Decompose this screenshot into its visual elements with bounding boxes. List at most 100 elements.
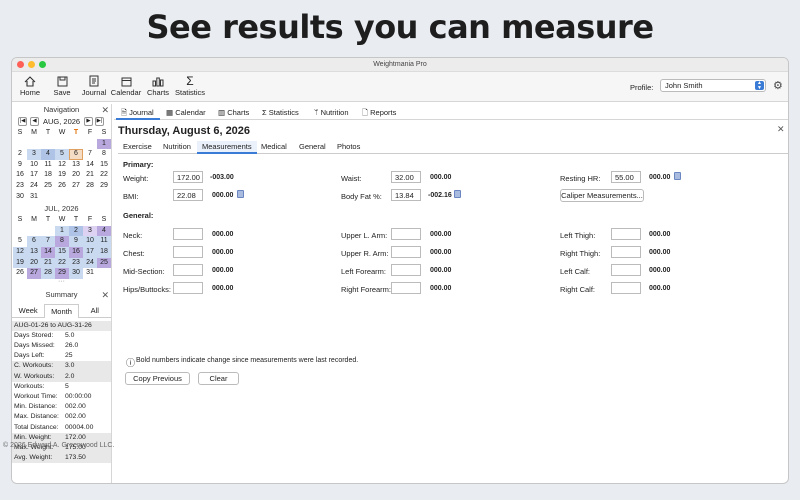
calendar-day[interactable]: 27 <box>69 181 83 192</box>
first-month-button[interactable]: |◀ <box>18 117 27 126</box>
calendar-day[interactable]: 22 <box>97 170 111 181</box>
calendar-day[interactable]: 15 <box>55 246 69 258</box>
calendar-day[interactable]: 12 <box>55 160 69 171</box>
clear-button[interactable]: Clear <box>198 372 239 385</box>
measurement-input[interactable] <box>391 246 421 258</box>
calendar-day[interactable]: 17 <box>83 246 97 258</box>
calendar-day[interactable]: 28 <box>83 181 97 192</box>
measurement-input[interactable] <box>173 282 203 294</box>
home-button[interactable]: Home <box>14 74 46 97</box>
calendar-day[interactable]: 31 <box>27 192 41 203</box>
statistics-button[interactable]: Σ Statistics <box>174 74 206 97</box>
measurement-input[interactable] <box>391 282 421 294</box>
close-window-button[interactable] <box>17 61 24 68</box>
calendar-day[interactable]: 6 <box>69 149 83 160</box>
calendar-day[interactable]: 8 <box>55 236 69 247</box>
calendar-day[interactable]: 18 <box>97 246 111 258</box>
measurement-input[interactable] <box>611 282 641 294</box>
subtab-nutrition[interactable]: Nutrition <box>158 141 196 154</box>
tab-calendar[interactable]: ▦ Calendar <box>166 106 206 120</box>
calendar-day[interactable]: 30 <box>13 192 27 203</box>
calendar-day[interactable]: 13 <box>69 160 83 171</box>
calendar-day[interactable]: 25 <box>97 257 111 269</box>
measurement-input[interactable] <box>391 228 421 240</box>
calendar-day[interactable]: 16 <box>69 246 83 258</box>
measurement-input[interactable] <box>173 264 203 276</box>
calendar-day[interactable]: 21 <box>41 257 55 269</box>
calendar-day[interactable]: 9 <box>69 236 83 247</box>
profile-select[interactable]: John Smith ▲ ▼ <box>660 79 766 92</box>
calendar-day[interactable]: 17 <box>27 170 41 181</box>
calendar-day[interactable]: 1 <box>97 138 111 150</box>
calendar-day[interactable]: 5 <box>13 236 27 247</box>
calendar-day[interactable]: 10 <box>27 160 41 171</box>
calendar-day[interactable]: 27 <box>27 268 41 279</box>
calendar-day[interactable]: 14 <box>41 246 55 258</box>
calendar-day[interactable]: 16 <box>13 170 27 181</box>
calendar-day[interactable]: 20 <box>27 257 41 269</box>
measurement-input[interactable] <box>611 246 641 258</box>
calendar-day[interactable]: 26 <box>55 181 69 192</box>
tab-nutrition[interactable]: ᛘ Nutrition <box>314 106 349 120</box>
calendar-day[interactable]: 2 <box>69 225 83 237</box>
caliper-measurements-button[interactable]: Caliper Measurements... <box>560 189 644 202</box>
measurement-input[interactable] <box>173 228 203 240</box>
measurement-input[interactable] <box>173 246 203 258</box>
body-fat-calculator-icon[interactable] <box>454 190 461 198</box>
calendar-day[interactable]: 7 <box>41 236 55 247</box>
calendar-day[interactable]: 18 <box>41 170 55 181</box>
calendar-day[interactable]: 10 <box>83 236 97 247</box>
close-summary-icon[interactable]: ✕ <box>101 289 109 301</box>
subtab-general[interactable]: General <box>294 141 331 154</box>
calendar-day[interactable]: 23 <box>13 181 27 192</box>
resting-hr-input[interactable]: 55.00 <box>611 171 641 183</box>
tab-charts[interactable]: ▥ Charts <box>218 106 249 120</box>
gear-icon[interactable]: ⚙ <box>773 79 783 92</box>
calendar-day[interactable]: 11 <box>97 236 111 247</box>
bmi-input[interactable]: 22.08 <box>173 189 203 201</box>
tab-reports[interactable]: 🗋 Reports <box>362 106 396 120</box>
calendar-day[interactable]: 24 <box>27 181 41 192</box>
calendar-button[interactable]: Calendar <box>110 74 142 97</box>
calendar-day[interactable]: 3 <box>27 149 41 160</box>
next-month-button[interactable]: ▶ <box>84 117 93 126</box>
calendar-day[interactable]: 19 <box>13 257 27 269</box>
tab-week[interactable]: Week <box>12 304 45 318</box>
measurement-input[interactable] <box>611 228 641 240</box>
calendar-day[interactable]: 15 <box>97 160 111 171</box>
journal-button[interactable]: Journal <box>78 74 110 97</box>
weight-input[interactable]: 172.00 <box>173 171 203 183</box>
calendar-day[interactable]: 22 <box>55 257 69 269</box>
calendar-day[interactable]: 19 <box>55 170 69 181</box>
calendar-day[interactable]: 7 <box>83 149 97 160</box>
calendar-day[interactable]: 26 <box>13 268 27 279</box>
calendar-day[interactable]: 31 <box>83 268 97 279</box>
subtab-measurements[interactable]: Measurements <box>197 141 257 154</box>
measurement-input[interactable] <box>391 264 421 276</box>
minimize-window-button[interactable] <box>28 61 35 68</box>
hr-calculator-icon[interactable] <box>674 172 681 180</box>
waist-input[interactable]: 32.00 <box>391 171 421 183</box>
bmi-calculator-icon[interactable] <box>237 190 244 198</box>
measurement-input[interactable] <box>611 264 641 276</box>
tab-statistics[interactable]: Σ Statistics <box>262 106 299 120</box>
calendar-day[interactable]: 14 <box>83 160 97 171</box>
calendar-day[interactable]: 30 <box>69 268 83 279</box>
calendar-day[interactable]: 5 <box>55 149 69 160</box>
close-navigation-icon[interactable]: ✕ <box>101 104 109 116</box>
calendar-day[interactable]: 13 <box>27 246 41 258</box>
save-button[interactable]: Save <box>46 74 78 97</box>
calendar-day[interactable]: 28 <box>41 268 55 279</box>
prev-month-button[interactable]: ◀ <box>30 117 39 126</box>
last-month-button[interactable]: ▶| <box>95 117 104 126</box>
tab-month[interactable]: Month <box>44 303 79 318</box>
calendar-day[interactable]: 2 <box>13 149 27 160</box>
tab-all[interactable]: All <box>78 304 111 318</box>
calendar-day[interactable]: 1 <box>55 225 69 237</box>
body-fat-input[interactable]: 13.84 <box>391 189 421 201</box>
tab-journal[interactable]: 🗎 Journal <box>116 106 160 120</box>
calendar-day[interactable]: 6 <box>27 236 41 247</box>
calendar-day[interactable]: 8 <box>97 149 111 160</box>
subtab-medical[interactable]: Medical <box>256 141 292 154</box>
calendar-day[interactable]: 11 <box>41 160 55 171</box>
